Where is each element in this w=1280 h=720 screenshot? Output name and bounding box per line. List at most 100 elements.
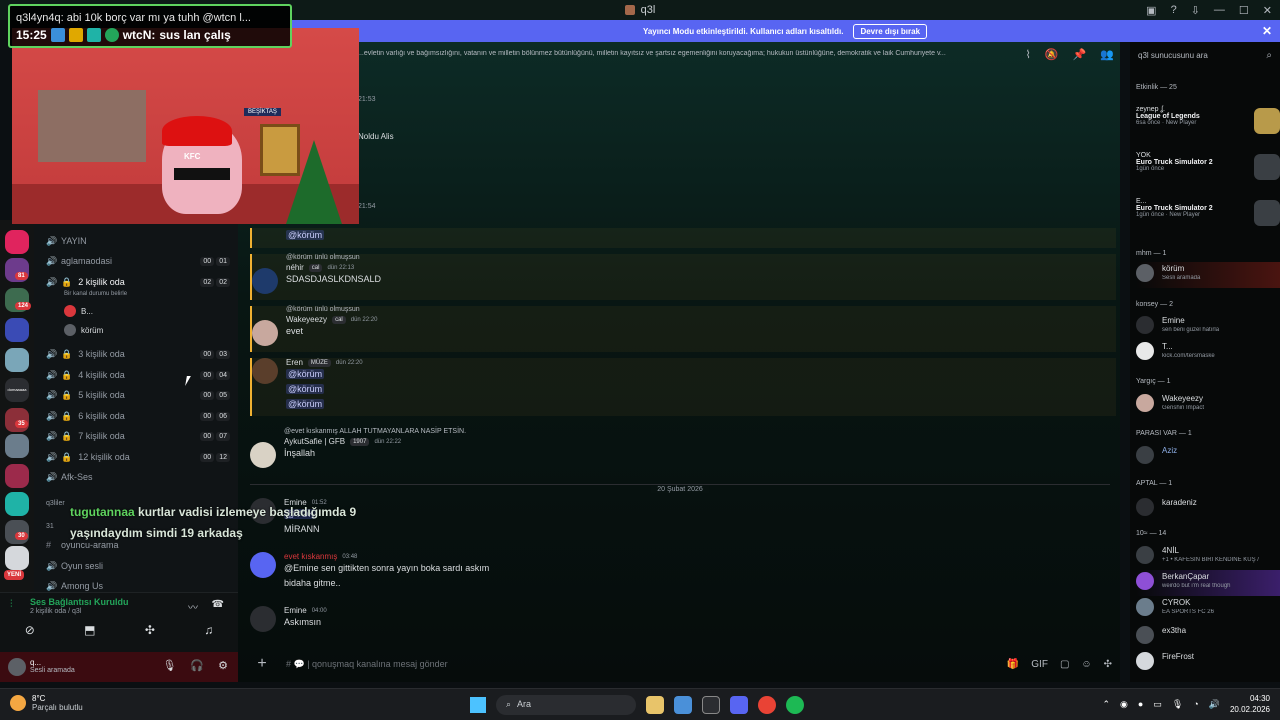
threads-icon[interactable]: ⌇ [1026, 48, 1031, 61]
mention[interactable]: @körüm [286, 399, 325, 409]
close-button[interactable]: ✕ [1263, 4, 1272, 17]
pin-icon[interactable]: 📌 [1073, 48, 1087, 61]
microphone-icon[interactable]: 🎙 [1172, 699, 1183, 710]
message[interactable]: Emine 04:00 Askımsın [250, 606, 1116, 636]
message[interactable]: @körüm [250, 228, 1116, 248]
spotify-icon[interactable] [786, 696, 804, 714]
author-name[interactable]: Wakeyeezy [286, 315, 327, 324]
avatar[interactable] [252, 358, 278, 384]
channel-5-kisilik-oda[interactable]: 🔊 🔒 5 kişilik oda 00 05 [46, 386, 232, 404]
reply-preview[interactable]: @evet kıskanmış ALLAH TUTMAYANLARA NASİP… [284, 428, 1116, 435]
message[interactable]: @körüm ünlü olmuşsun Wakeyeezy cal dün 22:… [250, 306, 1116, 352]
voice-status-title[interactable]: Ses Bağlantısı Kuruldu [30, 597, 129, 607]
settings-icon[interactable]: ⚙ [218, 659, 228, 672]
volume-icon[interactable]: 🔊 [1209, 699, 1220, 710]
channel-2-kisilik-oda[interactable]: 🔊 🔒 2 kişilik oda 02 02 [46, 273, 232, 291]
member-row[interactable]: Aziz [1136, 444, 1280, 470]
microphone-icon[interactable]: 🎙 [162, 659, 176, 672]
discord-avatar-icon[interactable] [250, 552, 276, 578]
message-composer[interactable]: + # 💬 | qonuşmaq kanalına mesaj gönder 🎁… [250, 650, 1116, 678]
taskbar-search[interactable]: ⌕ Ara [496, 695, 636, 715]
channel-topic[interactable]: ...evletin varlığı ve bağımsızlığını, va… [358, 50, 998, 57]
noise-suppression-icon[interactable]: 〰 [188, 599, 198, 614]
activity-header[interactable]: Etkinlik — 25 [1136, 84, 1177, 91]
wifi-icon[interactable]: ◔ [1193, 699, 1198, 709]
member-row[interactable]: Wakeyeezy Genshin Impact [1136, 392, 1280, 418]
disconnect-icon[interactable]: ☎ [212, 599, 224, 610]
server-icon[interactable]: domaaaaa [5, 378, 29, 402]
discord-icon[interactable] [730, 696, 748, 714]
screen-icon[interactable]: ▣ [1146, 4, 1156, 17]
message-input[interactable]: # 💬 | qonuşmaq kanalına mesaj gönder [286, 659, 448, 670]
mention[interactable]: @körüm [286, 230, 325, 240]
avatar[interactable] [250, 442, 276, 468]
server-icon[interactable] [5, 348, 29, 372]
notice-close-icon[interactable]: ✕ [1262, 24, 1272, 38]
member-row[interactable]: körüm Sesli aramada [1136, 262, 1280, 288]
server-icon[interactable] [5, 546, 29, 570]
author-name[interactable]: Eren [286, 358, 303, 367]
members-icon[interactable]: 👥 [1100, 48, 1114, 61]
headphones-icon[interactable]: 🎧 [190, 659, 204, 672]
gift-icon[interactable]: 🎁 [1007, 659, 1019, 670]
stream-preview[interactable]: BEŞİKTAŞ KFC [12, 28, 359, 224]
channel-status-hint[interactable]: Bir kanal durumu belirle [64, 291, 127, 297]
avatar[interactable] [252, 268, 278, 294]
app-icon[interactable] [674, 696, 692, 714]
server-icon[interactable] [5, 492, 29, 516]
category-header[interactable]: 31 [46, 523, 54, 530]
channel-6-kisilik-oda[interactable]: 🔊 🔒 6 kişilik oda 00 06 [46, 407, 232, 425]
camera-off-icon[interactable]: ⊘ [25, 623, 35, 637]
server-search-input[interactable]: q3l sunucusunu ara ⌕ [1134, 46, 1276, 66]
activity-card[interactable]: YOK Euro Truck Simulator 2 1gün önce [1136, 152, 1280, 192]
chrome-icon[interactable] [758, 696, 776, 714]
voice-member[interactable]: B... [64, 303, 93, 319]
member-row[interactable]: CYROK EA SPORTS FC 26 [1136, 596, 1280, 622]
member-row[interactable]: karadeniz [1136, 496, 1280, 522]
channel-afk-ses[interactable]: 🔊 Afk-Ses [46, 468, 232, 486]
author-name[interactable]: Emine [284, 606, 307, 615]
member-row[interactable]: 4NİL +1 • KAFESİN BİRİ KENDİNE KUŞ / [1136, 544, 1280, 570]
start-button-icon[interactable] [470, 697, 486, 713]
screen-share-icon[interactable]: ⬒ [84, 623, 95, 637]
disable-streamer-mode-button[interactable]: Devre dışı bırak [853, 23, 928, 39]
activities-icon[interactable]: ✣ [145, 623, 155, 637]
clock[interactable]: 04:30 20.02.2026 [1230, 693, 1270, 715]
message[interactable]: evet kıskanmış 03:48 @Emine sen gittikten… [250, 552, 1116, 594]
mention[interactable]: @körüm [286, 369, 325, 379]
avatar[interactable] [250, 606, 276, 632]
reply-preview[interactable]: @körüm ünlü olmuşsun [286, 306, 1116, 313]
minimize-button[interactable]: — [1214, 4, 1225, 16]
channel-among-us[interactable]: 🔊 Among Us [46, 577, 232, 592]
apps-icon[interactable]: ✣ [1104, 659, 1112, 670]
avatar[interactable] [8, 658, 26, 676]
message[interactable]: Emine 01:52 @YOK MİRANN [250, 498, 1116, 540]
channel-4-kisilik-oda[interactable]: 🔊 🔒 4 kişilik oda 00 04 [46, 366, 232, 384]
mute-icon[interactable]: 🔕 [1045, 48, 1059, 61]
emoji-icon[interactable]: ☺ [1081, 659, 1091, 670]
member-row[interactable]: T... kick.com/tersmaske [1136, 340, 1280, 366]
mention[interactable]: @körüm [286, 384, 325, 394]
sticker-icon[interactable]: ▢ [1060, 659, 1069, 670]
tray-app-icon[interactable]: ◉ [1120, 699, 1128, 710]
maximize-button[interactable]: ☐ [1239, 4, 1249, 17]
activity-card[interactable]: zeynep ʆ. League of Legends 6sa önce · N… [1136, 106, 1280, 146]
app-icon[interactable] [702, 696, 720, 714]
message[interactable]: @evet kıskanmış ALLAH TUTMAYANLARA NASİP… [250, 428, 1116, 472]
voice-member[interactable]: körüm [64, 322, 103, 338]
member-row[interactable]: BerkanÇapar weirdo but i'm real though [1136, 570, 1280, 596]
network-icon[interactable]: ▭ [1153, 699, 1162, 710]
channel-7-kisilik-oda[interactable]: 🔊 🔒 7 kişilik oda 00 07 [46, 427, 232, 445]
file-explorer-icon[interactable] [646, 696, 664, 714]
channel-yayin[interactable]: 🔊 YAYIN [46, 232, 232, 250]
message[interactable]: Eren MÜZE dün 22:20 @körüm @körüm @körüm [250, 358, 1116, 416]
signal-icon[interactable]: ⫶ [10, 599, 13, 610]
member-row[interactable]: ex3tha [1136, 624, 1280, 650]
chevron-up-icon[interactable]: ⌃ [1103, 699, 1111, 710]
author-name[interactable]: AykutSafie | GFB [284, 437, 345, 446]
member-row[interactable]: Emine sen beni güzel hatırla [1136, 314, 1280, 340]
help-icon[interactable]: ? [1171, 4, 1177, 16]
server-icon[interactable] [5, 464, 29, 488]
channel-aglamaodasi[interactable]: 🔊 aglamaodasi 00 01 [46, 252, 232, 270]
tray-app-icon[interactable]: ● [1138, 699, 1143, 709]
